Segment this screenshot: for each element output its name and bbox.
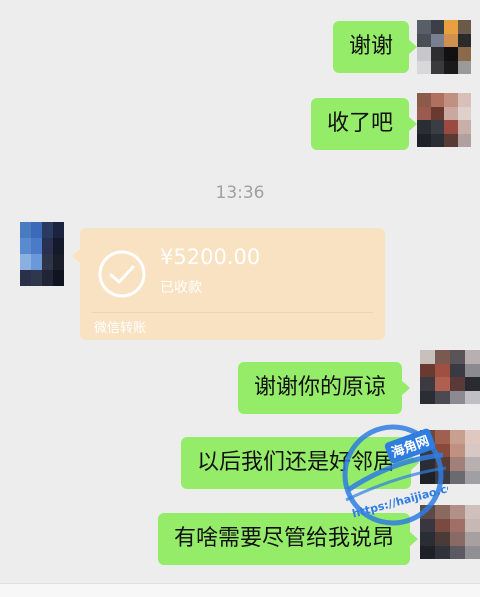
input-bar[interactable] bbox=[0, 583, 480, 597]
watermark-logo: 海角网 https://haijiao.com bbox=[342, 424, 448, 526]
transfer-card[interactable]: ¥5200.00 已收款 微信转账 bbox=[72, 228, 385, 340]
sent-message-bubble[interactable]: 谢谢 bbox=[333, 21, 418, 73]
avatar[interactable] bbox=[417, 93, 471, 147]
timestamp: 13:36 bbox=[215, 183, 265, 203]
transfer-status: 已收款 bbox=[160, 280, 202, 296]
divider bbox=[92, 312, 373, 313]
check-circle-icon bbox=[98, 250, 146, 298]
avatar[interactable] bbox=[20, 222, 64, 286]
avatar[interactable] bbox=[417, 20, 471, 74]
transfer-amount: ¥5200.00 bbox=[160, 245, 261, 269]
sent-message-bubble[interactable]: 收了吧 bbox=[311, 98, 418, 150]
transfer-footer: 微信转账 bbox=[94, 321, 147, 336]
watermark-url: https://haijiao.com bbox=[351, 478, 448, 521]
sent-message-bubble[interactable]: 谢谢你的原谅 bbox=[238, 362, 411, 414]
avatar[interactable] bbox=[420, 350, 480, 404]
